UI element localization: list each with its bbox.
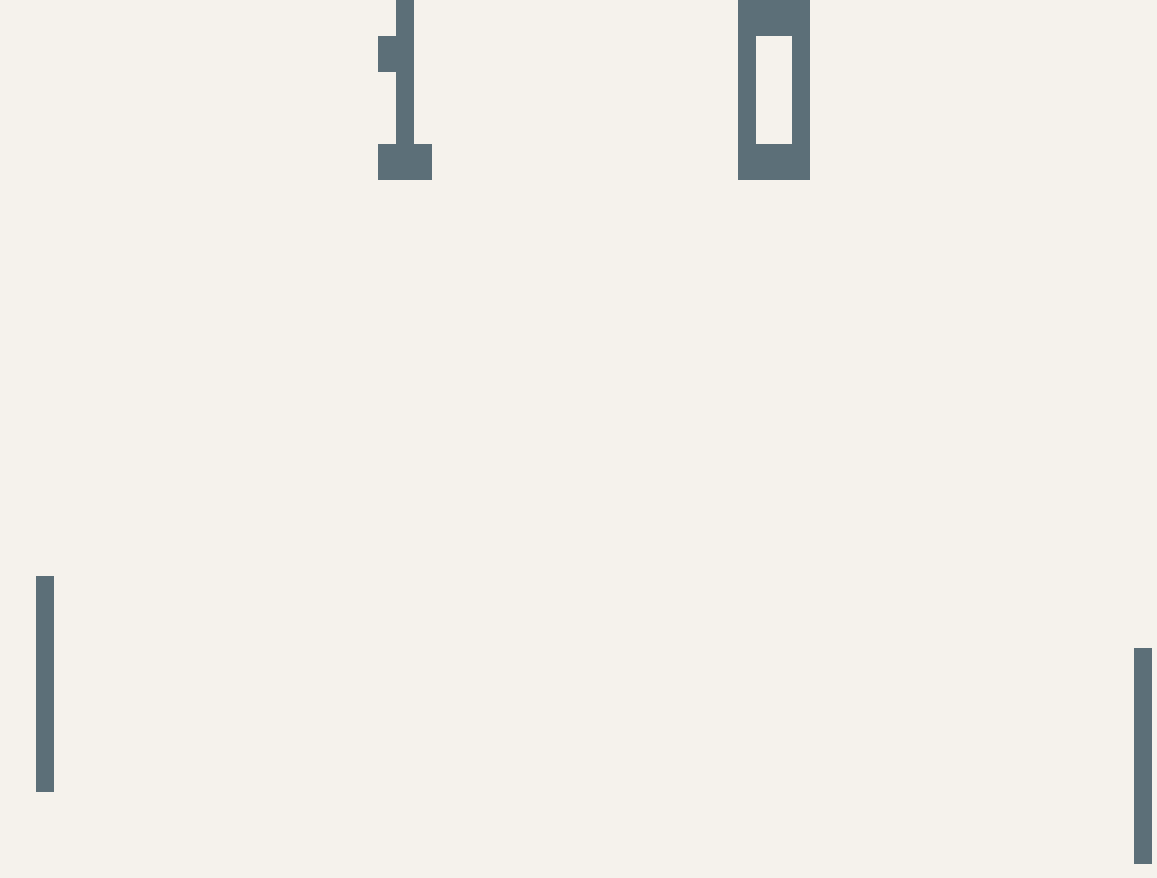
left-player-score [360,0,450,180]
game-court [0,0,1157,878]
right-player-score [738,0,828,180]
left-paddle[interactable] [36,576,54,792]
digit-segment [378,36,396,72]
right-paddle[interactable] [1134,648,1152,864]
digit-segment [738,144,810,180]
digit-segment [378,144,432,180]
